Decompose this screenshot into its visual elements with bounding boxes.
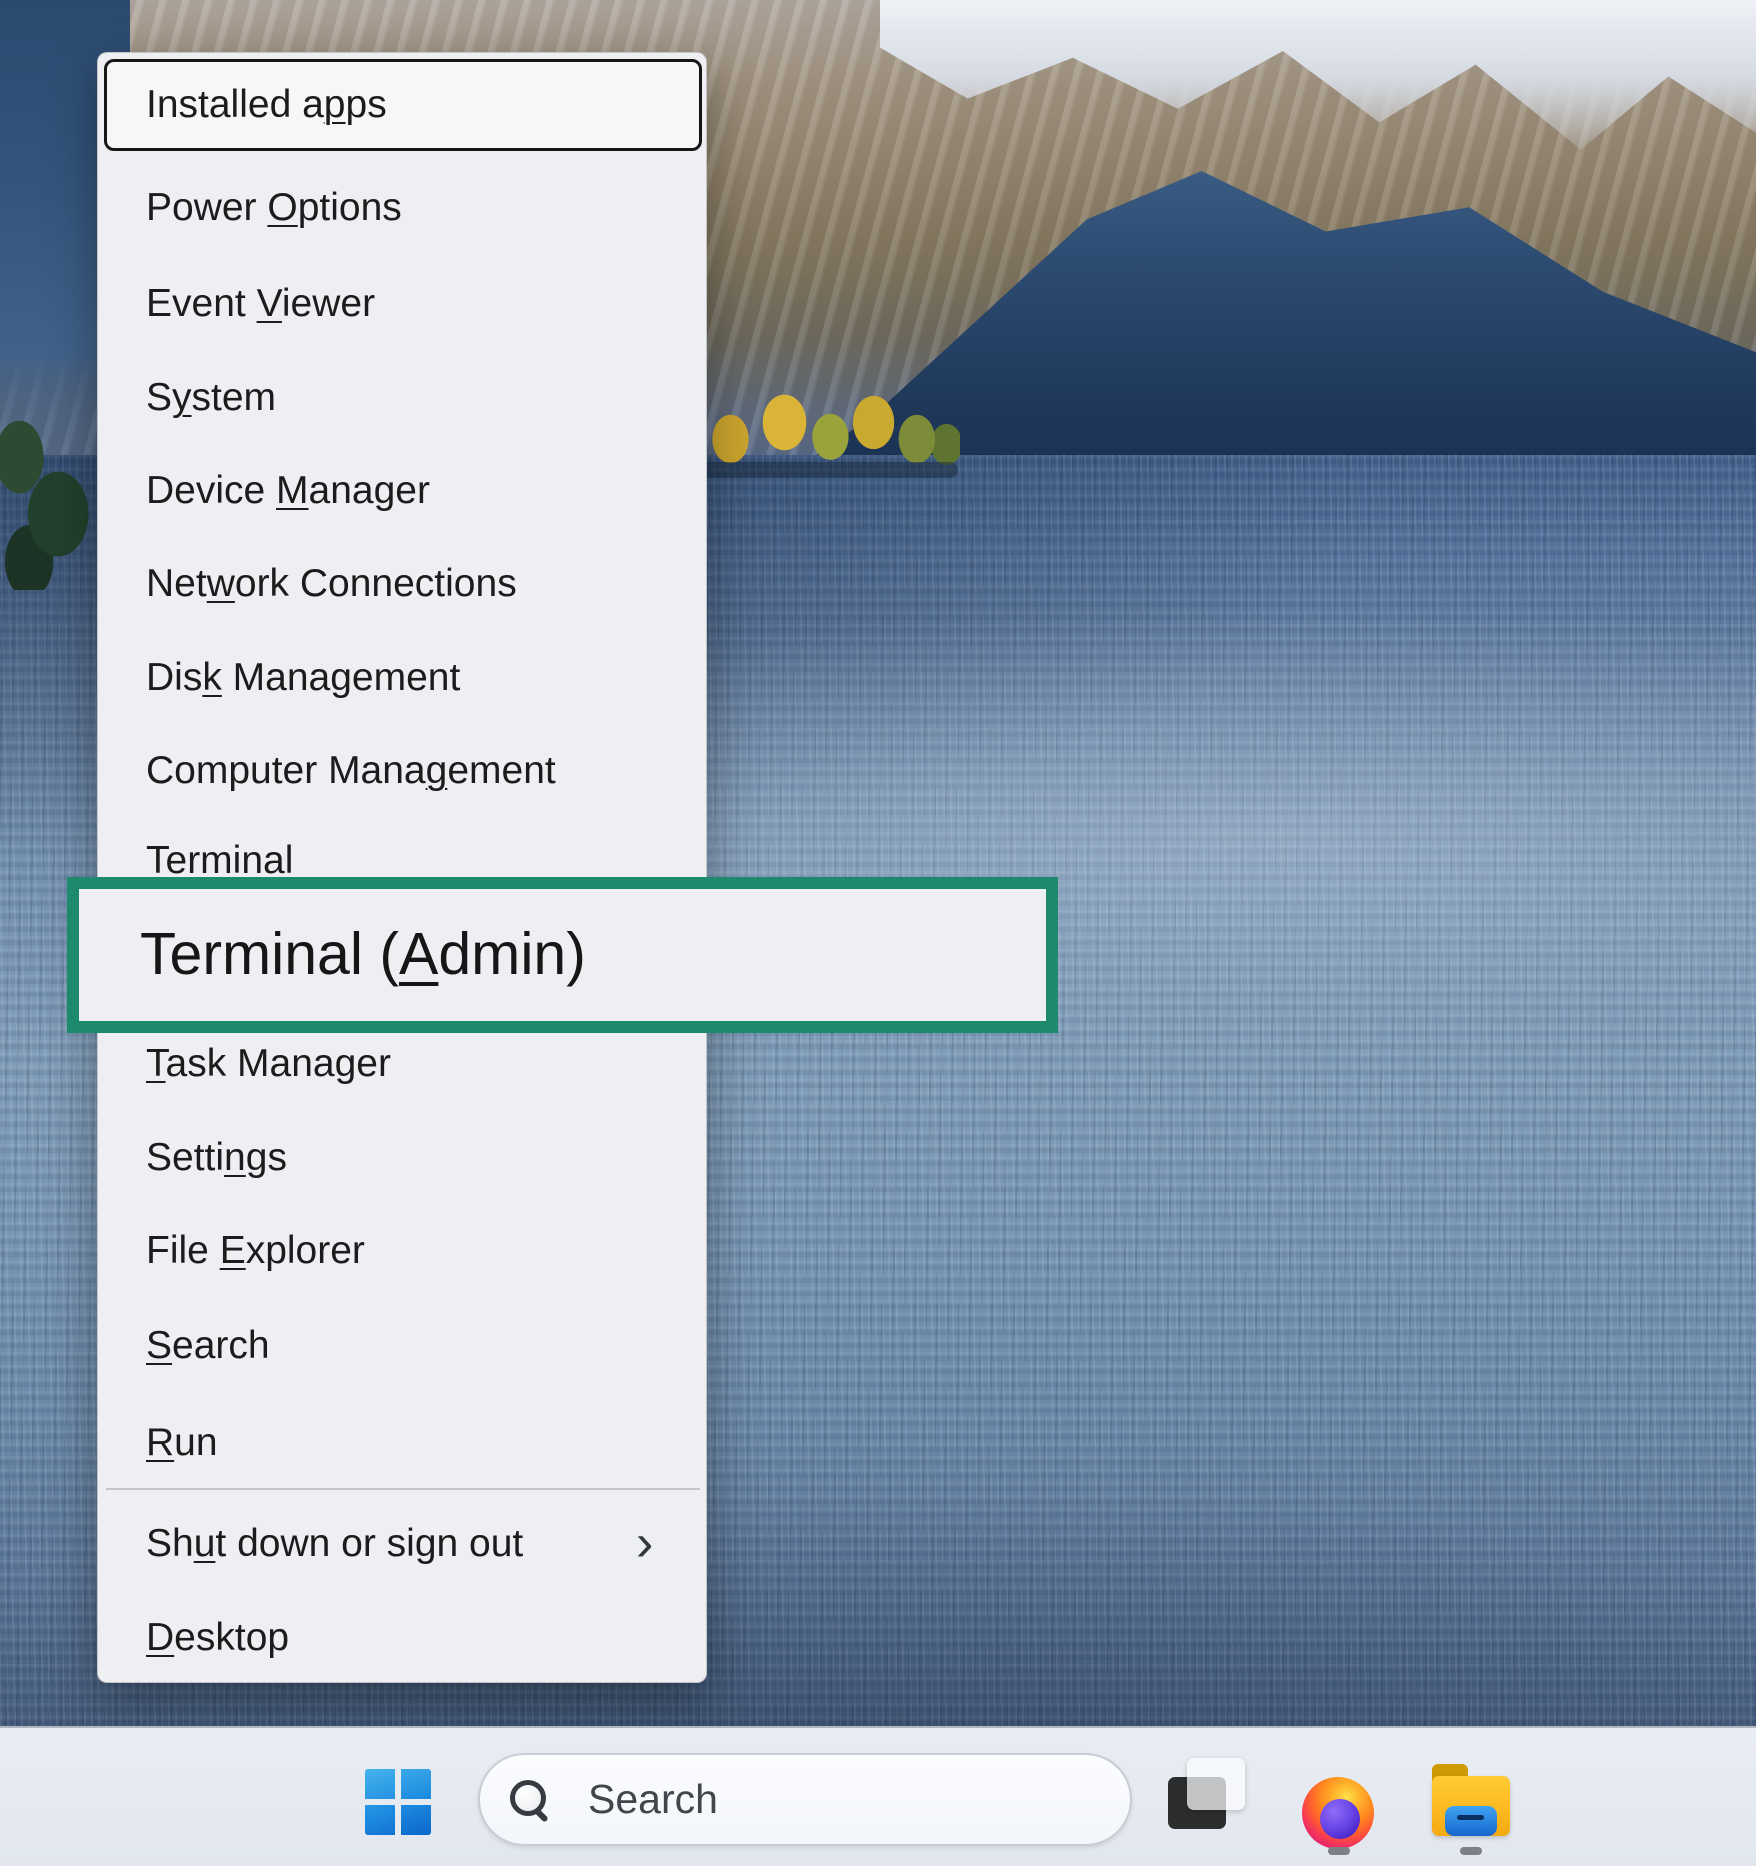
- winx-menu: Installed apps Power Options Event Viewer S…: [97, 52, 707, 1683]
- menu-item-installed-apps[interactable]: Installed apps: [104, 59, 702, 151]
- menu-item-run[interactable]: Run: [98, 1415, 706, 1471]
- menu-item-settings[interactable]: Settings: [98, 1130, 706, 1186]
- running-indicator-file-explorer: [1460, 1847, 1482, 1855]
- task-view-button[interactable]: [1158, 1758, 1254, 1844]
- menu-item-disk-management[interactable]: Disk Management: [98, 650, 706, 706]
- desktop-wallpaper: { "menu": { "items": [ {"slug":"installe…: [0, 0, 1756, 1866]
- menu-separator: [106, 1488, 700, 1490]
- menu-item-power-options[interactable]: Power Options: [98, 180, 706, 236]
- running-indicator-firefox: [1328, 1847, 1350, 1855]
- taskbar-search-box[interactable]: Search: [478, 1753, 1132, 1846]
- menu-item-search[interactable]: Search: [98, 1318, 706, 1374]
- menu-item-event-viewer[interactable]: Event Viewer: [98, 276, 706, 332]
- submenu-chevron-icon: ›: [636, 1516, 653, 1570]
- search-label: Search: [588, 1776, 718, 1823]
- annotation-highlight-box: Terminal (Admin): [67, 877, 1058, 1033]
- menu-item-file-explorer[interactable]: File Explorer: [98, 1223, 706, 1279]
- menu-item-network-connections[interactable]: Network Connections: [98, 556, 706, 612]
- taskbar-firefox-button[interactable]: [1298, 1773, 1378, 1853]
- taskbar: Search: [0, 1726, 1756, 1866]
- search-icon: [510, 1780, 550, 1820]
- wallpaper-left-shore: [0, 400, 97, 590]
- menu-item-terminal-admin[interactable]: Terminal (Admin): [79, 889, 1046, 1019]
- start-button[interactable]: [365, 1769, 431, 1835]
- menu-item-device-manager[interactable]: Device Manager: [98, 463, 706, 519]
- menu-item-computer-management[interactable]: Computer Management: [98, 743, 706, 799]
- firefox-icon: [1302, 1777, 1374, 1849]
- taskbar-file-explorer-button[interactable]: [1430, 1762, 1512, 1842]
- menu-item-shut-down-or-sign-out[interactable]: Shut down or sign out›: [98, 1516, 706, 1572]
- menu-item-desktop[interactable]: Desktop: [98, 1610, 706, 1666]
- menu-item-task-manager[interactable]: Task Manager: [98, 1036, 706, 1092]
- wallpaper-island-trees: [690, 362, 960, 472]
- windows-start-icon: [365, 1769, 431, 1835]
- menu-item-system[interactable]: System: [98, 370, 706, 426]
- wallpaper-island-reflection: [692, 462, 958, 478]
